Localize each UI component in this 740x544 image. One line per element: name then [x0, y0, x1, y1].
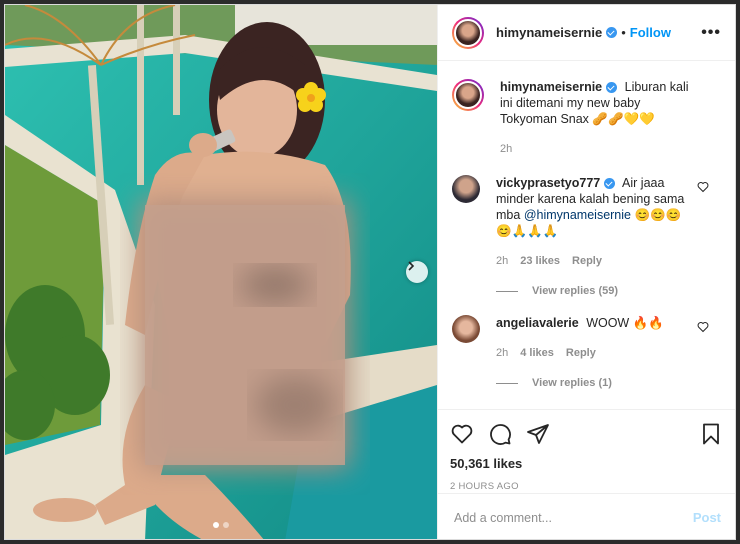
verified-icon [604, 178, 616, 190]
comment-emoji: 🔥🔥 [632, 316, 664, 330]
more-options-button[interactable]: ••• [701, 24, 721, 42]
verified-icon [606, 27, 618, 38]
comment-icon[interactable] [488, 422, 512, 446]
next-photo-button[interactable] [406, 261, 428, 283]
like-comment-icon[interactable] [697, 181, 709, 193]
caption: himynameisernie Liburan kali ini diteman… [452, 79, 721, 157]
header-separator: • [621, 25, 626, 40]
view-replies-label: View replies (59) [532, 285, 619, 297]
replies-divider [496, 290, 518, 292]
post-timestamp: 2 HOURS AGO [450, 481, 519, 492]
post-comment-button[interactable]: Post [693, 510, 721, 525]
author-avatar[interactable] [452, 16, 484, 49]
comment-text: WOOW [586, 316, 630, 330]
caption-username[interactable]: himynameisernie [500, 80, 602, 94]
likes-count[interactable]: 50,361 likes [450, 456, 723, 471]
next-arrow-icon [408, 261, 415, 271]
commenter-avatar[interactable] [452, 315, 480, 343]
commenter-avatar[interactable] [452, 175, 480, 203]
like-comment-icon[interactable] [697, 321, 709, 333]
comment-time: 2h [496, 347, 509, 359]
view-replies-button[interactable]: View replies (59) [496, 285, 721, 297]
post-window: himynameisernie • Follow ••• himynameise… [4, 4, 736, 540]
post-header: himynameisernie • Follow ••• [438, 5, 735, 61]
comment-likes[interactable]: 4 likes [520, 345, 554, 361]
caption-emoji: 🥜🥜💛💛 [592, 112, 655, 126]
post-actions: 50,361 likes 2 HOURS AGO [438, 409, 735, 497]
photo-scene [5, 5, 437, 539]
comment-likes[interactable]: 23 likes [520, 253, 560, 269]
carousel-dots [213, 522, 229, 528]
comment-composer: Post [438, 493, 735, 539]
heart-icon[interactable] [450, 422, 474, 446]
share-icon[interactable] [526, 422, 550, 446]
comment-item: angeliavalerie WOOW 🔥🔥 2h 4 likes Reply [452, 315, 721, 361]
reply-button[interactable]: Reply [566, 345, 596, 361]
comments-list: himynameisernie Liburan kali ini diteman… [438, 65, 735, 405]
author-username[interactable]: himynameisernie [496, 25, 602, 40]
view-replies-label: View replies (1) [532, 377, 612, 389]
comment-item: vickyprasetyo777 Air jaaa minder karena … [452, 175, 721, 269]
caption-time: 2h [500, 143, 513, 155]
comment-username[interactable]: vickyprasetyo777 [496, 176, 600, 190]
comment-time: 2h [496, 255, 509, 267]
comment-input[interactable] [452, 509, 693, 526]
caption-avatar[interactable] [452, 79, 484, 111]
replies-divider [496, 382, 518, 384]
post-photo[interactable] [5, 5, 437, 539]
comment-mention[interactable]: @himynameisernie [524, 208, 631, 222]
bookmark-icon[interactable] [699, 422, 723, 446]
follow-button[interactable]: Follow [630, 25, 671, 40]
reply-button[interactable]: Reply [572, 253, 602, 269]
carousel-dot-2 [223, 522, 229, 528]
comment-username[interactable]: angeliavalerie [496, 316, 579, 330]
verified-icon [606, 82, 618, 94]
post-details-panel: himynameisernie • Follow ••• himynameise… [437, 5, 735, 539]
view-replies-button[interactable]: View replies (1) [496, 377, 721, 389]
carousel-dot-1 [213, 522, 219, 528]
